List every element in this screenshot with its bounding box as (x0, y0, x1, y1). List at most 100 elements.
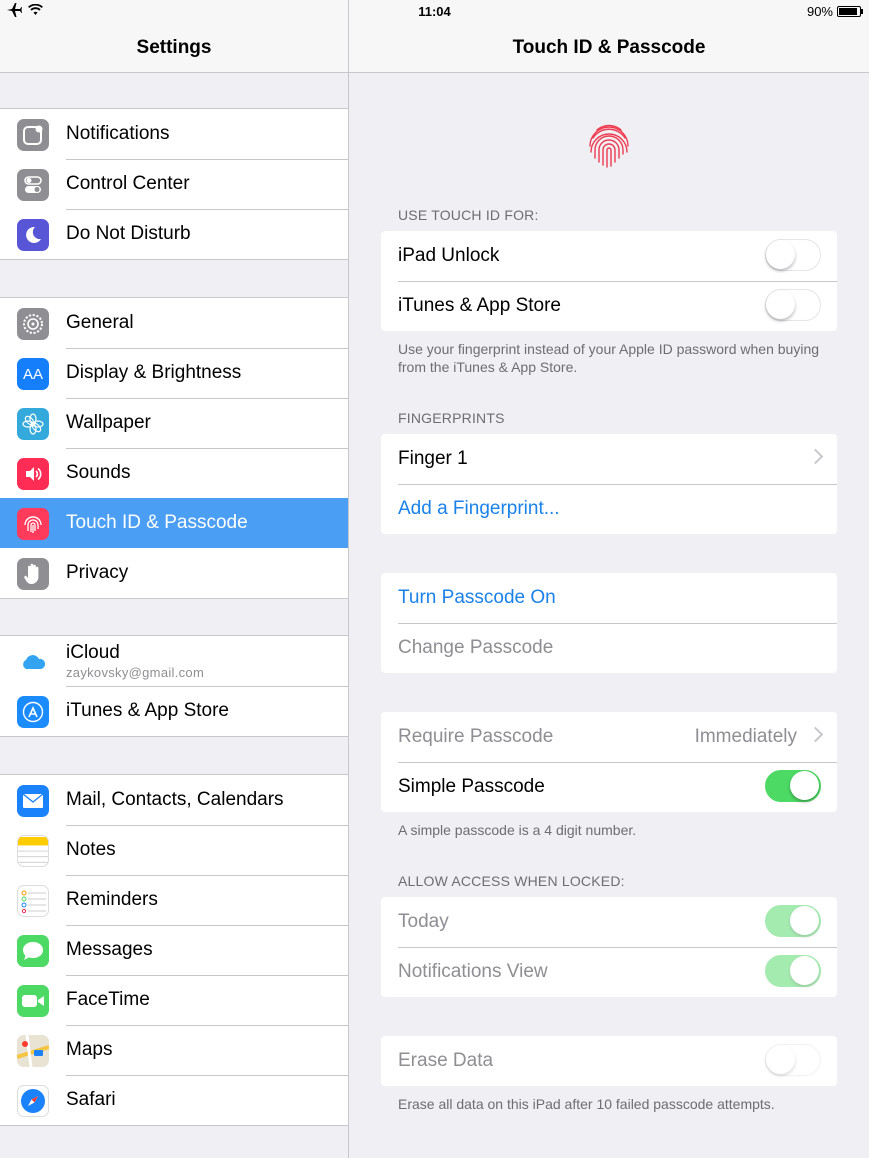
turn-passcode-on-row[interactable]: Turn Passcode On (381, 573, 837, 623)
notifications-view-row: Notifications View (381, 947, 837, 997)
touch-id-card: iPad Unlock iTunes & App Store (381, 231, 837, 331)
sidebar-item-notifications[interactable]: Notifications (0, 109, 348, 159)
add-fingerprint-row[interactable]: Add a Fingerprint... (381, 484, 837, 534)
fingerprint-icon (589, 124, 629, 168)
status-bar: 11:04 90% (0, 0, 869, 22)
notifications-view-toggle (765, 955, 821, 987)
icloud-account-email: zaykovsky@gmail.com (66, 665, 205, 680)
change-passcode-button: Change Passcode (398, 637, 554, 658)
sidebar-item-label: FaceTime (66, 989, 150, 1010)
battery-percent: 90% (806, 4, 833, 19)
sidebar-item-privacy[interactable]: Privacy (0, 548, 348, 598)
require-passcode-row[interactable]: Require Passcode Immediately (381, 712, 837, 762)
reminders-icon (17, 885, 49, 917)
sidebar-item-label: Notes (66, 839, 116, 860)
sidebar-item-label: Wallpaper (66, 412, 151, 433)
detail-title: Touch ID & Passcode (512, 37, 706, 58)
sidebar-item-label: iTunes & App Store (66, 700, 230, 721)
sidebar-item-safari[interactable]: Safari (0, 1075, 348, 1125)
mail-icon (17, 785, 49, 817)
display-icon: AA (17, 358, 49, 390)
ipad-unlock-toggle[interactable] (765, 239, 821, 271)
ipad-unlock-label: iPad Unlock (398, 245, 500, 266)
chevron-right-icon (807, 726, 824, 743)
sidebar-group-device: General AA Display & Brightness Wallpape… (0, 297, 348, 599)
moon-icon (17, 219, 49, 251)
app-store-icon (17, 696, 49, 728)
finger-1-row[interactable]: Finger 1 (381, 434, 837, 484)
touch-id-section-header: USE TOUCH ID FOR: (398, 207, 539, 223)
fingerprints-section-header: FINGERPRINTS (398, 410, 505, 426)
sidebar-item-label: Touch ID & Passcode (66, 512, 248, 533)
sidebar-item-do-not-disturb[interactable]: Do Not Disturb (0, 209, 348, 259)
sidebar-item-general[interactable]: General (0, 298, 348, 348)
erase-data-row: Erase Data (381, 1036, 837, 1086)
today-label: Today (398, 911, 449, 932)
gear-icon (17, 308, 49, 340)
sidebar-item-label: Display & Brightness (66, 362, 242, 383)
passcode-options-card: Require Passcode Immediately Simple Pass… (381, 712, 837, 812)
finger-1-label: Finger 1 (398, 448, 468, 469)
sidebar-item-itunes-app-store[interactable]: iTunes & App Store (0, 686, 348, 736)
erase-data-label: Erase Data (398, 1050, 494, 1071)
itunes-app-store-toggle[interactable] (765, 289, 821, 321)
add-fingerprint-button[interactable]: Add a Fingerprint... (398, 498, 560, 520)
allow-access-card: Today Notifications View (381, 897, 837, 997)
simple-passcode-row: Simple Passcode (381, 762, 837, 812)
sidebar-item-mail-contacts-calendars[interactable]: Mail, Contacts, Calendars (0, 775, 348, 825)
allow-access-section-header: ALLOW ACCESS WHEN LOCKED: (398, 873, 625, 889)
sidebar-item-touch-id-passcode[interactable]: Touch ID & Passcode (0, 498, 348, 548)
sidebar-item-label: Messages (66, 939, 153, 960)
speaker-icon (17, 458, 49, 490)
safari-icon (17, 1085, 49, 1117)
sidebar-item-facetime[interactable]: FaceTime (0, 975, 348, 1025)
turn-passcode-on-button[interactable]: Turn Passcode On (398, 587, 556, 609)
fingerprint-icon (17, 508, 49, 540)
wallpaper-icon (17, 408, 49, 440)
today-toggle (765, 905, 821, 937)
battery-icon (837, 6, 863, 17)
sidebar-item-label: Mail, Contacts, Calendars (66, 789, 284, 810)
maps-icon (17, 1035, 49, 1067)
sidebar-item-sounds[interactable]: Sounds (0, 448, 348, 498)
passcode-card: Turn Passcode On Change Passcode (381, 573, 837, 673)
require-passcode-label: Require Passcode (398, 726, 554, 747)
sidebar-item-reminders[interactable]: Reminders (0, 875, 348, 925)
icloud-icon (17, 646, 49, 678)
touch-id-passcode-detail: Touch ID & Passcode USE TOUCH ID FOR: iP… (349, 0, 869, 1158)
sidebar-item-label: General (66, 312, 134, 333)
simple-passcode-footer: A simple passcode is a 4 digit number. (398, 822, 637, 838)
sidebar-title: Settings (136, 37, 212, 58)
sidebar-item-messages[interactable]: Messages (0, 925, 348, 975)
itunes-app-store-row: iTunes & App Store (381, 281, 837, 331)
sidebar-item-label: Reminders (66, 889, 158, 910)
sidebar-item-label: Maps (66, 1039, 113, 1060)
facetime-icon (17, 985, 49, 1017)
sidebar-item-display-brightness[interactable]: AA Display & Brightness (0, 348, 348, 398)
notifications-icon (17, 119, 49, 151)
today-row: Today (381, 897, 837, 947)
sidebar-item-notes[interactable]: Notes (0, 825, 348, 875)
sidebar-item-icloud[interactable]: iCloud zaykovsky@gmail.com (0, 636, 348, 686)
messages-icon (17, 935, 49, 967)
erase-data-footer: Erase all data on this iPad after 10 fai… (398, 1096, 775, 1112)
chevron-right-icon (807, 448, 824, 465)
notifications-view-label: Notifications View (398, 961, 548, 982)
sidebar-group-accounts: iCloud zaykovsky@gmail.com iTunes & App … (0, 635, 348, 737)
touch-id-footer: Use your fingerprint instead of your App… (398, 341, 820, 375)
erase-data-toggle (765, 1044, 821, 1076)
sidebar-group-apps: Mail, Contacts, Calendars Notes Reminder… (0, 774, 348, 1126)
notes-icon (17, 835, 49, 867)
control-center-icon (17, 169, 49, 201)
sidebar-group-system: Notifications Control Center Do Not Dist… (0, 108, 348, 260)
sidebar-item-control-center[interactable]: Control Center (0, 159, 348, 209)
erase-data-card: Erase Data (381, 1036, 837, 1086)
hand-icon (17, 558, 49, 590)
simple-passcode-toggle[interactable] (765, 770, 821, 802)
sidebar-item-label: iCloud (66, 642, 120, 663)
status-time: 11:04 (418, 4, 451, 19)
sidebar-item-maps[interactable]: Maps (0, 1025, 348, 1075)
itunes-app-store-label: iTunes & App Store (398, 295, 562, 316)
sidebar-item-label: Do Not Disturb (66, 223, 191, 244)
sidebar-item-wallpaper[interactable]: Wallpaper (0, 398, 348, 448)
